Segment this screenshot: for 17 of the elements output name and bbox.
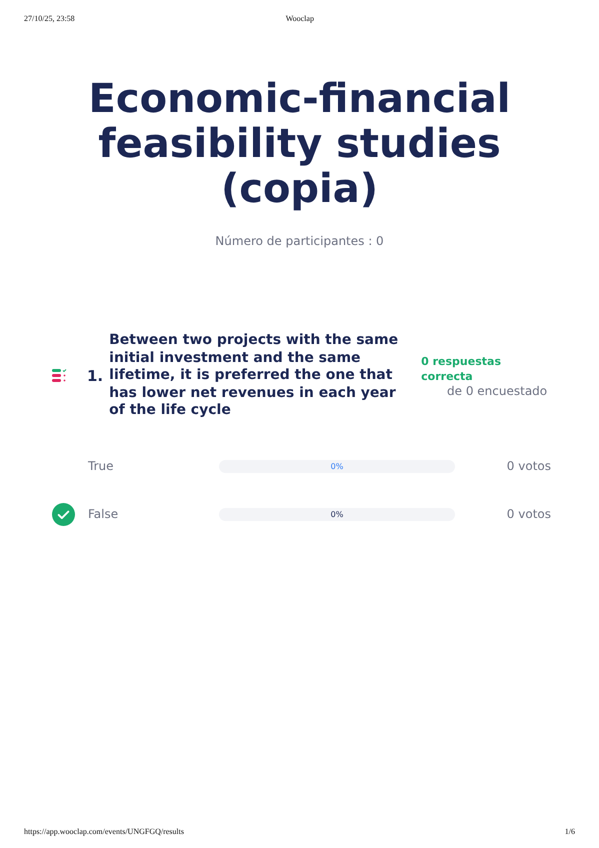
question-text: Between two projects with the same initial investment and the same lifetime, it is preferred the one that has lower net revenues in each year of the life cycle (109, 332, 400, 420)
page-number: 1/6 (564, 827, 575, 836)
percent-label: 0% (330, 510, 344, 518)
respondents-count: de 0 encuestado (447, 384, 548, 398)
page-title: Wooclap (286, 14, 314, 23)
page-url: https://app.wooclap.com/events/UNGFGQ/results (24, 827, 184, 836)
poll-icon (52, 368, 67, 384)
print-date: 27/10/25, 23:58 (24, 14, 75, 23)
option-label: False (88, 507, 120, 521)
option-label: True (88, 459, 114, 473)
votes-count: 0 votos (506, 507, 551, 521)
participants-count: Número de participantes : 0 (214, 234, 385, 248)
correct-answers-count: 0 respuestas correcta (421, 354, 502, 384)
question-number: 1. (87, 366, 104, 385)
event-title: Economic-financial feasibility studies (copia) (88, 77, 512, 212)
percent-label: 0% (330, 462, 344, 470)
votes-count: 0 votos (506, 459, 551, 473)
